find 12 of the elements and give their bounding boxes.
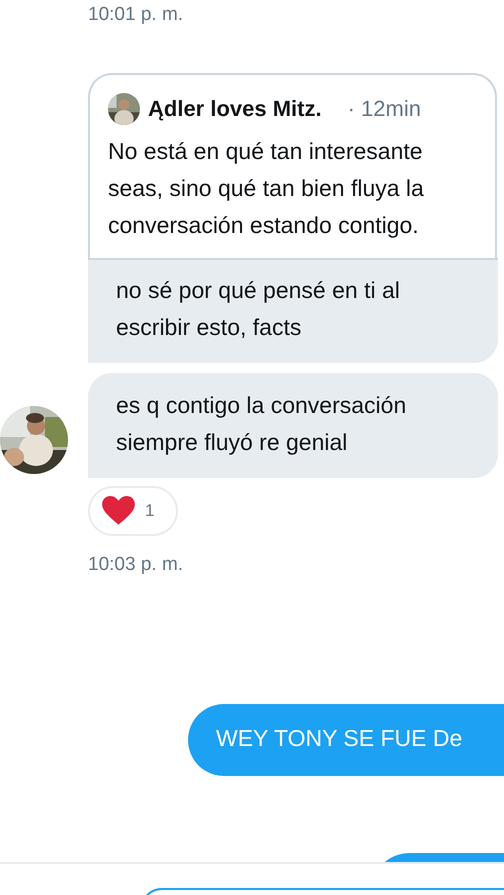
reaction-pill[interactable]: 1 xyxy=(88,486,178,536)
sent-message-bubble: WEY TONY SE FUE De xyxy=(188,704,504,776)
quoted-tweet-card[interactable]: Ądler loves Mitz. · 12min No está en qué tan interesante seas, sino qué tan bien fluya la conversación estando contigo. xyxy=(88,73,497,258)
tweet-text: No está en qué tan interesante seas, sino qué tan bien fluya la conversación estando contigo. xyxy=(108,137,425,240)
heart-icon xyxy=(102,496,135,526)
message-bubble: no sé por qué pensé en ti al escribir esto, facts xyxy=(88,258,498,363)
reaction-count: 1 xyxy=(145,501,154,521)
message-timestamp: 10:03 p. m. xyxy=(88,554,184,576)
tweet-time: · 12min xyxy=(348,96,421,122)
message-bubble: es q contigo la conversación siempre fluyó re genial xyxy=(88,373,498,478)
author-name: Ądler loves Mitz. xyxy=(148,96,322,122)
message-timestamp: 10:01 p. m. xyxy=(88,3,184,26)
